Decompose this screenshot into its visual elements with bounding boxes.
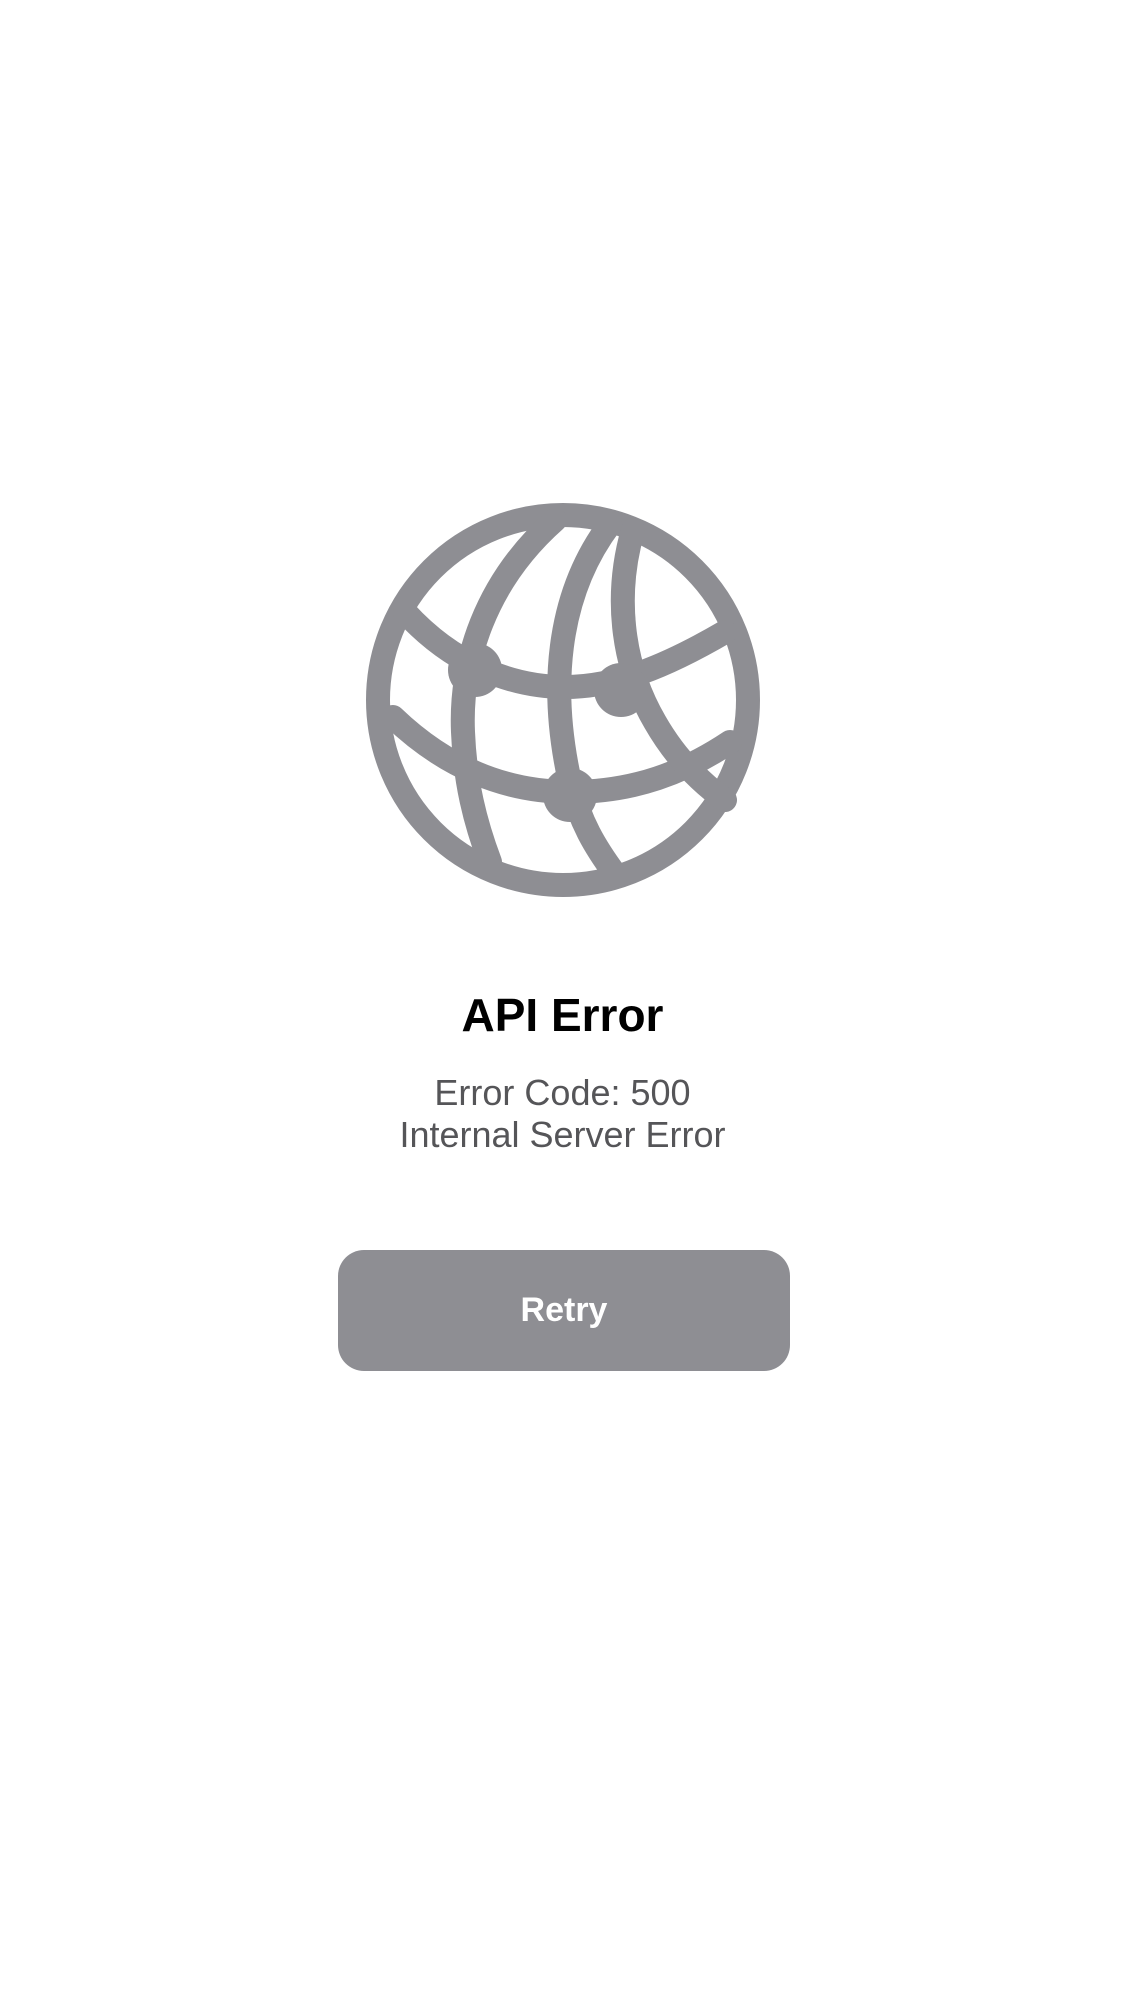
error-description: Error Code: 500 Internal Server Error xyxy=(0,1072,1125,1156)
error-code-text: Error Code: 500 xyxy=(434,1072,691,1113)
error-message-text: Internal Server Error xyxy=(399,1114,726,1155)
error-screen: API Error Error Code: 500 Internal Serve… xyxy=(0,0,1125,2001)
error-title: API Error xyxy=(461,989,664,1041)
globe-network-icon xyxy=(365,502,761,898)
retry-button[interactable]: Retry xyxy=(338,1250,790,1371)
